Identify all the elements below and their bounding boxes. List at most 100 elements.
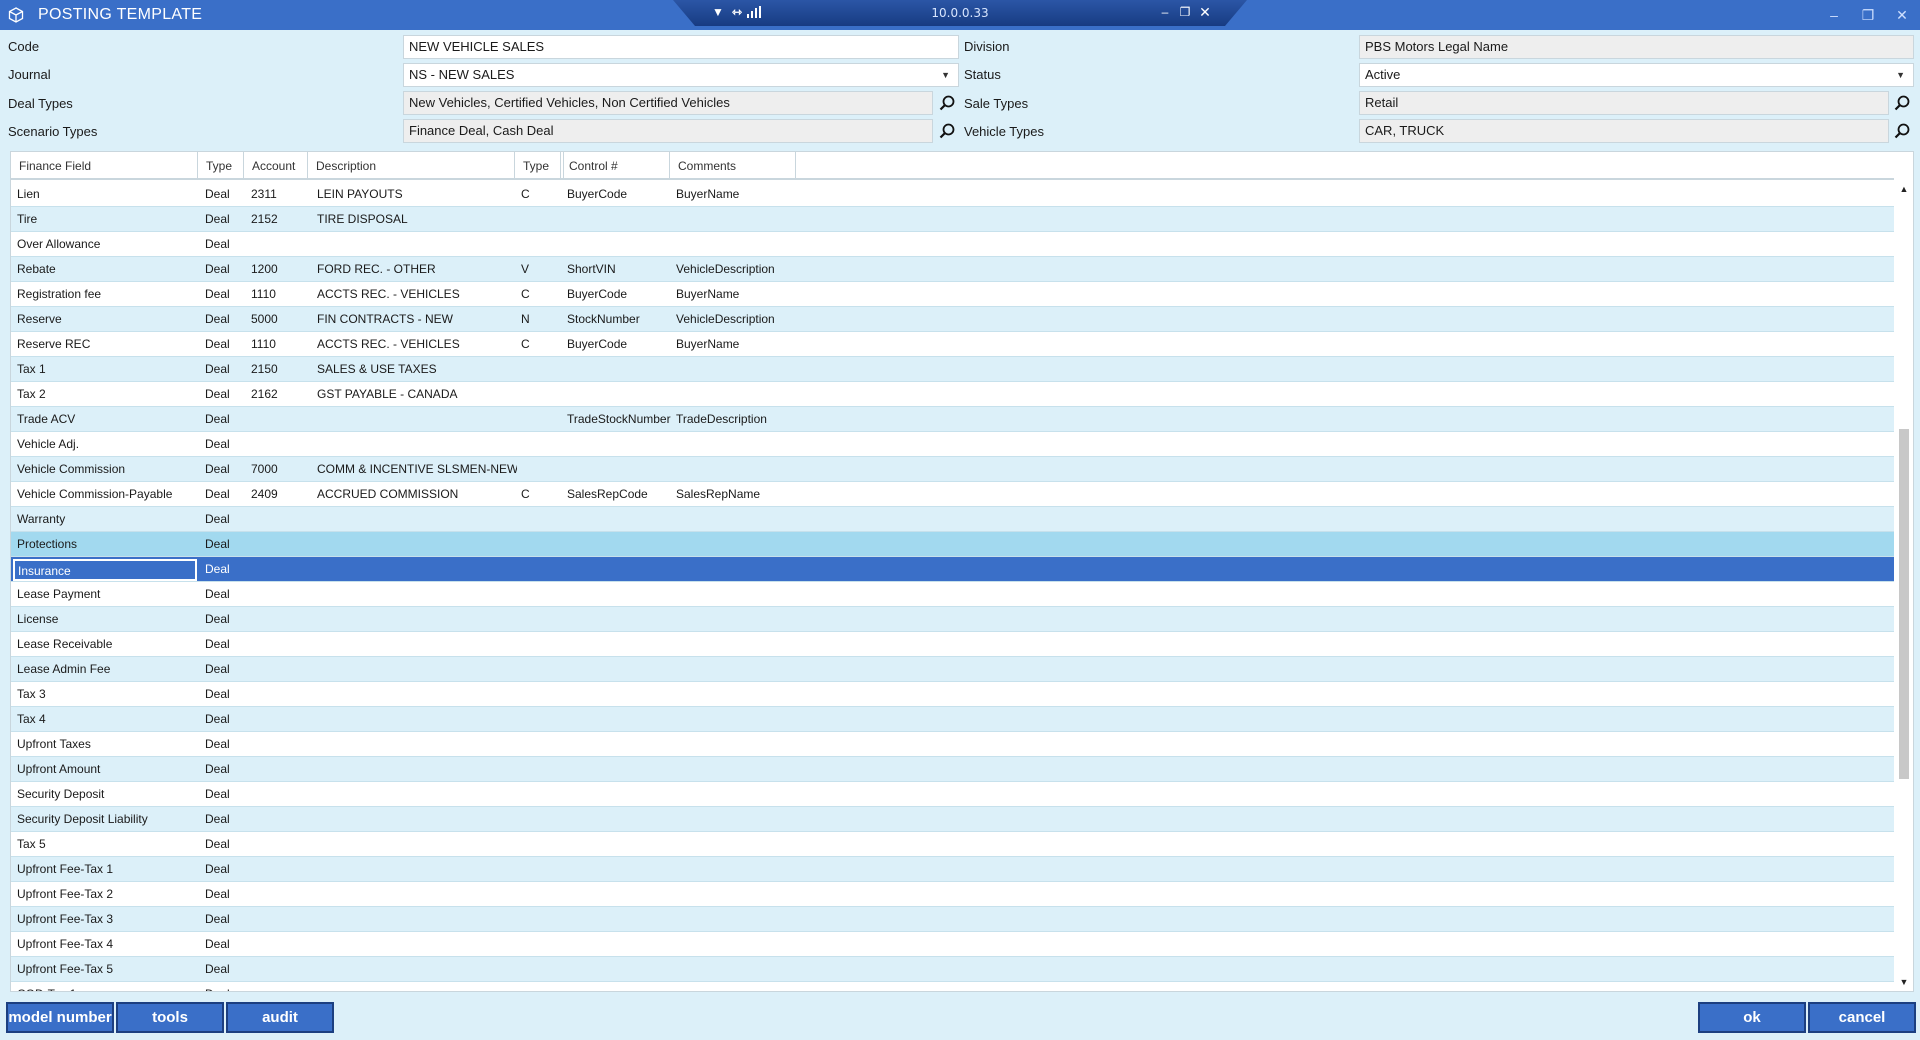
control-type-cell[interactable]: N (521, 307, 565, 331)
description-cell[interactable] (317, 532, 517, 556)
description-cell[interactable]: FORD REC. - OTHER (317, 257, 517, 281)
comments-cell[interactable] (676, 432, 896, 456)
table-row[interactable]: Tax 3 Deal (11, 682, 1894, 707)
comments-cell[interactable] (676, 232, 896, 256)
control-number-cell[interactable] (567, 232, 675, 256)
magnifier-icon[interactable] (1890, 119, 1914, 143)
table-row[interactable]: Reserve REC Deal 1110 ACCTS REC. - VEHICLES… (11, 332, 1894, 357)
description-cell[interactable]: TIRE DISPOSAL (317, 207, 517, 231)
column-header-control-type[interactable]: Type (514, 152, 561, 180)
finance-field-cell[interactable]: Tax 4 (17, 707, 197, 731)
type-cell[interactable]: Deal (205, 507, 249, 531)
control-type-cell[interactable] (521, 207, 565, 231)
control-number-cell[interactable] (567, 457, 675, 481)
control-type-cell[interactable] (521, 632, 565, 656)
finance-field-cell[interactable]: Upfront Fee-Tax 5 (17, 957, 197, 981)
column-header-account[interactable]: Account (244, 152, 308, 180)
journal-select[interactable]: NS - NEW SALES ▼ (403, 63, 959, 87)
finance-field-cell[interactable]: Insurance (13, 559, 197, 581)
finance-field-cell[interactable]: Lease Payment (17, 582, 197, 606)
account-cell[interactable]: 1110 (251, 282, 315, 306)
control-number-cell[interactable] (567, 507, 675, 531)
comments-cell[interactable] (676, 507, 896, 531)
table-row[interactable]: Trade ACV Deal TradeStockNumber TradeDescri… (11, 407, 1894, 432)
description-cell[interactable]: ACCTS REC. - VEHICLES (317, 332, 517, 356)
table-row[interactable]: Lease Receivable Deal (11, 632, 1894, 657)
type-cell[interactable]: Deal (205, 382, 249, 406)
table-row[interactable]: Protections Deal (11, 532, 1894, 557)
finance-field-cell[interactable]: COD-Tax 1 (17, 982, 197, 991)
control-type-cell[interactable] (521, 582, 565, 606)
audit-button[interactable]: audit (226, 1002, 334, 1033)
control-number-cell[interactable] (567, 532, 675, 556)
table-row[interactable]: Warranty Deal (11, 507, 1894, 532)
table-row[interactable]: COD-Tax 1 Deal (11, 982, 1894, 991)
description-cell[interactable] (317, 632, 517, 656)
comments-cell[interactable] (676, 832, 896, 856)
description-cell[interactable] (317, 732, 517, 756)
control-type-cell[interactable] (521, 432, 565, 456)
type-cell[interactable]: Deal (205, 357, 249, 381)
type-cell[interactable]: Deal (205, 682, 249, 706)
finance-field-cell[interactable]: Registration fee (17, 282, 197, 306)
account-cell[interactable] (251, 757, 315, 781)
description-cell[interactable] (317, 757, 517, 781)
control-number-cell[interactable]: StockNumber (567, 307, 675, 331)
type-cell[interactable]: Deal (205, 257, 249, 281)
control-number-cell[interactable] (567, 882, 675, 906)
description-cell[interactable] (317, 857, 517, 881)
control-number-cell[interactable] (567, 682, 675, 706)
scenario-types-field[interactable]: Finance Deal, Cash Deal (403, 119, 933, 143)
minimize-icon[interactable]: – (1823, 4, 1845, 26)
table-row[interactable]: Insurance Deal (11, 557, 1894, 582)
description-cell[interactable] (317, 557, 517, 581)
control-type-cell[interactable] (521, 932, 565, 956)
finance-field-cell[interactable]: Lien (17, 182, 197, 206)
table-row[interactable]: Vehicle Commission Deal 7000 COMM & INCENTI… (11, 457, 1894, 482)
account-cell[interactable] (251, 582, 315, 606)
description-cell[interactable]: FIN CONTRACTS - NEW (317, 307, 517, 331)
description-cell[interactable] (317, 682, 517, 706)
control-type-cell[interactable] (521, 407, 565, 431)
account-cell[interactable] (251, 982, 315, 991)
control-number-cell[interactable] (567, 432, 675, 456)
vertical-scrollbar[interactable]: ▲ ▼ (1895, 182, 1913, 991)
type-cell[interactable]: Deal (205, 332, 249, 356)
description-cell[interactable] (317, 907, 517, 931)
control-type-cell[interactable] (521, 707, 565, 731)
control-type-cell[interactable] (521, 732, 565, 756)
comments-cell[interactable]: VehicleDescription (676, 307, 896, 331)
table-row[interactable]: Registration fee Deal 1110 ACCTS REC. - VEH… (11, 282, 1894, 307)
account-cell[interactable] (251, 632, 315, 656)
control-type-cell[interactable]: V (521, 257, 565, 281)
account-cell[interactable] (251, 782, 315, 806)
finance-field-cell[interactable]: Protections (17, 532, 197, 556)
sale-types-field[interactable]: Retail (1359, 91, 1889, 115)
restore-icon[interactable]: ❐ (1857, 4, 1879, 26)
account-cell[interactable] (251, 507, 315, 531)
comments-cell[interactable] (676, 782, 896, 806)
comments-cell[interactable] (676, 607, 896, 631)
account-cell[interactable] (251, 882, 315, 906)
control-type-cell[interactable]: C (521, 332, 565, 356)
table-row[interactable]: Reserve Deal 5000 FIN CONTRACTS - NEW N Stock… (11, 307, 1894, 332)
control-number-cell[interactable] (567, 582, 675, 606)
control-type-cell[interactable] (521, 832, 565, 856)
comments-cell[interactable] (676, 207, 896, 231)
control-type-cell[interactable] (521, 757, 565, 781)
table-row[interactable]: Upfront Fee-Tax 1 Deal (11, 857, 1894, 882)
status-select[interactable]: Active ▼ (1359, 63, 1914, 87)
type-cell[interactable]: Deal (205, 657, 249, 681)
comments-cell[interactable] (676, 982, 896, 991)
control-number-cell[interactable]: BuyerCode (567, 182, 675, 206)
type-cell[interactable]: Deal (205, 232, 249, 256)
account-cell[interactable]: 2152 (251, 207, 315, 231)
account-cell[interactable] (251, 832, 315, 856)
control-number-cell[interactable] (567, 857, 675, 881)
description-cell[interactable]: LEIN PAYOUTS (317, 182, 517, 206)
magnifier-icon[interactable] (1890, 91, 1914, 115)
restore-icon[interactable]: ❐ (1176, 3, 1194, 21)
control-type-cell[interactable] (521, 882, 565, 906)
comments-cell[interactable] (676, 707, 896, 731)
description-cell[interactable]: SALES & USE TAXES (317, 357, 517, 381)
